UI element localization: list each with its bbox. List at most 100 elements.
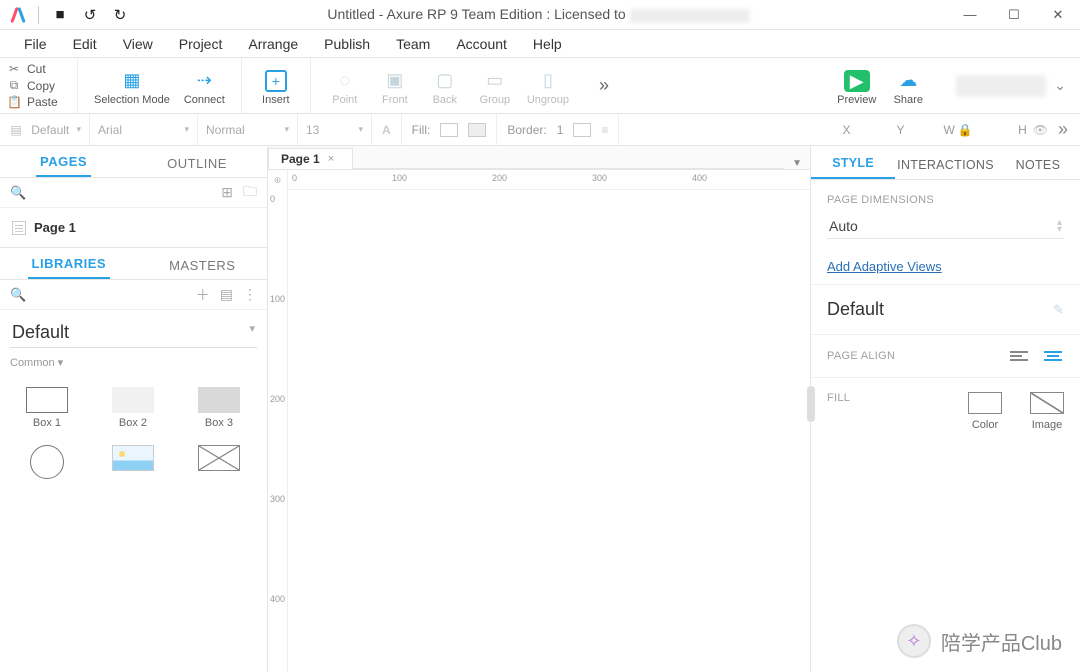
menu-account[interactable]: Account <box>446 32 517 56</box>
add-page-button[interactable]: ⊞ <box>221 184 233 201</box>
page-align-label: PAGE ALIGN <box>827 350 996 362</box>
border-width-input[interactable]: 1 <box>557 123 564 137</box>
right-panel: STYLE INTERACTIONS NOTES PAGE DIMENSIONS… <box>810 146 1080 672</box>
cut-button[interactable]: ✂Cut <box>3 61 74 77</box>
page-tree-item[interactable]: Page 1 <box>10 216 257 239</box>
style-preset-select[interactable]: ▤Default▾ <box>0 114 90 145</box>
stylebar-overflow-button[interactable]: » <box>1054 119 1072 140</box>
maximize-button[interactable]: ☐ <box>992 0 1036 30</box>
menu-publish[interactable]: Publish <box>314 32 380 56</box>
add-library-button[interactable]: ＋ <box>196 285 210 305</box>
group-icon: ▭ <box>483 68 507 92</box>
connect-button[interactable]: ⇢ Connect <box>178 66 231 108</box>
page-dimensions-select[interactable]: Auto ▴▾ <box>827 214 1064 239</box>
border-swatch[interactable] <box>573 123 591 137</box>
edit-style-icon[interactable]: ✎ <box>1053 302 1064 318</box>
menu-arrange[interactable]: Arrange <box>238 32 308 56</box>
copy-icon: ⧉ <box>7 78 21 93</box>
h-input[interactable]: H <box>979 122 1027 137</box>
w-input[interactable]: W🔒 <box>910 122 972 137</box>
lock-icon[interactable]: 🔒 <box>958 123 973 137</box>
point-button[interactable]: ◌Point <box>321 66 369 108</box>
default-style-name: Default <box>827 299 884 320</box>
account-menu[interactable]: ⌄ <box>942 58 1080 113</box>
toolbar-overflow-button[interactable]: » <box>585 58 623 113</box>
fill-label: Fill: <box>412 123 431 137</box>
widget-image[interactable] <box>92 439 174 485</box>
canvas-tab[interactable]: Page 1× <box>268 148 353 169</box>
add-folder-button[interactable]: 🗀 <box>243 181 257 205</box>
ruler-horizontal[interactable]: ⊕ 0 100 200 300 400 <box>288 170 810 190</box>
libraries-tab[interactable]: LIBRARIES <box>28 250 111 279</box>
visibility-icon[interactable]: 👁 <box>1033 123 1048 137</box>
x-input[interactable]: X <box>802 122 850 137</box>
fill-opacity-swatch[interactable] <box>468 123 486 137</box>
minimize-button[interactable]: — <box>948 0 992 30</box>
redo-icon[interactable]: ↻ <box>111 6 129 24</box>
notes-tab[interactable]: NOTES <box>996 151 1080 179</box>
fill-color-button[interactable]: Color <box>968 392 1002 431</box>
library-category[interactable]: Common ▾ <box>0 352 267 373</box>
border-style-icon[interactable]: ≡ <box>601 123 608 137</box>
menu-edit[interactable]: Edit <box>63 32 107 56</box>
library-stack-button[interactable]: ▤ <box>220 286 233 303</box>
page-dimensions-label: PAGE DIMENSIONS <box>827 194 1064 206</box>
widget-box2[interactable]: Box 2 <box>92 381 174 435</box>
masters-tab[interactable]: MASTERS <box>165 252 239 279</box>
widget-box3[interactable]: Box 3 <box>178 381 260 435</box>
search-icon: 🔍 <box>10 287 26 303</box>
library-select[interactable]: Default▾ <box>10 318 257 348</box>
ungroup-button[interactable]: ▯Ungroup <box>521 66 575 108</box>
share-button[interactable]: ☁ Share <box>884 66 932 108</box>
save-icon[interactable]: ■ <box>51 6 69 24</box>
panel-resize-handle[interactable] <box>807 386 815 422</box>
cloud-icon: ☁ <box>896 68 920 92</box>
close-tab-button[interactable]: × <box>328 153 334 165</box>
y-input[interactable]: Y <box>856 122 904 137</box>
font-select[interactable]: Arial▾ <box>90 114 198 145</box>
group-button[interactable]: ▭Group <box>471 66 519 108</box>
paste-icon: 📋 <box>7 95 21 109</box>
clipboard-group: ✂Cut ⧉Copy 📋Paste <box>0 58 78 113</box>
insert-button[interactable]: + Insert <box>252 68 300 108</box>
fill-image-button[interactable]: Image <box>1030 392 1064 431</box>
undo-icon[interactable]: ↺ <box>81 6 99 24</box>
style-tab[interactable]: STYLE <box>811 149 895 179</box>
menu-help[interactable]: Help <box>523 32 572 56</box>
pages-tab[interactable]: PAGES <box>36 148 91 177</box>
menu-view[interactable]: View <box>113 32 163 56</box>
close-button[interactable]: ✕ <box>1036 0 1080 30</box>
fill-swatch[interactable] <box>440 123 458 137</box>
point-icon: ◌ <box>333 68 357 92</box>
fill-section-label: FILL <box>827 392 940 404</box>
font-color-button[interactable]: A <box>372 114 402 145</box>
add-adaptive-views-link[interactable]: Add Adaptive Views <box>811 249 1080 284</box>
font-weight-select[interactable]: Normal▾ <box>198 114 298 145</box>
selection-mode-button[interactable]: ▦ Selection Mode <box>88 66 176 108</box>
menu-project[interactable]: Project <box>169 32 233 56</box>
ruler-vertical[interactable]: 0 100 200 300 400 <box>268 190 288 672</box>
outline-tab[interactable]: OUTLINE <box>163 150 231 177</box>
front-button[interactable]: ▣Front <box>371 66 419 108</box>
widget-ellipse[interactable] <box>6 439 88 485</box>
ruler-origin-icon[interactable]: ⊕ <box>268 170 288 190</box>
pages-search[interactable]: 🔍 <box>10 185 211 201</box>
font-size-select[interactable]: 13▾ <box>298 114 372 145</box>
libraries-search[interactable]: 🔍 <box>10 287 186 303</box>
canvas-stage[interactable] <box>288 190 810 672</box>
paste-button[interactable]: 📋Paste <box>3 94 74 110</box>
watermark: ✧ 陪学产品Club <box>897 624 1062 658</box>
preview-button[interactable]: ▶ Preview <box>831 68 882 108</box>
menu-file[interactable]: File <box>14 32 57 56</box>
interactions-tab[interactable]: INTERACTIONS <box>895 151 996 179</box>
canvas-tab-dropdown[interactable]: ▼ <box>784 158 810 169</box>
swatch-icon: ▤ <box>8 123 24 137</box>
align-center-button[interactable] <box>1042 349 1064 363</box>
menu-team[interactable]: Team <box>386 32 440 56</box>
copy-button[interactable]: ⧉Copy <box>3 77 74 94</box>
widget-box1[interactable]: Box 1 <box>6 381 88 435</box>
widget-placeholder[interactable] <box>178 439 260 485</box>
library-menu-button[interactable]: ⋮ <box>243 286 257 303</box>
back-button[interactable]: ▢Back <box>421 66 469 108</box>
align-left-button[interactable] <box>1008 349 1030 363</box>
